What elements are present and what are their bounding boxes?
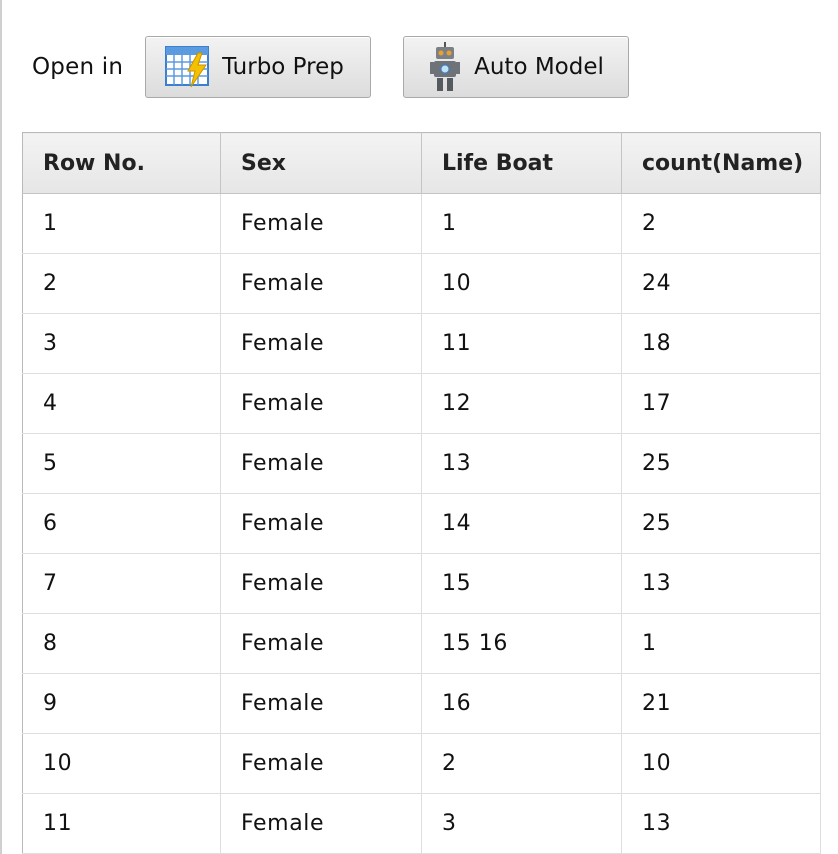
table-row[interactable]: 5 Female 13 25 — [22, 433, 821, 494]
row-no-cell: 11 — [22, 793, 221, 854]
sex-cell: Female — [220, 613, 422, 674]
window-left-border — [0, 0, 2, 854]
count-cell: 2 — [621, 193, 821, 254]
column-header-sex[interactable]: Sex — [220, 132, 422, 194]
row-no-cell: 3 — [22, 313, 221, 374]
life-boat-cell: 15 — [421, 553, 622, 614]
sex-cell: Female — [220, 493, 422, 554]
sex-cell: Female — [220, 313, 422, 374]
column-header-life-boat[interactable]: Life Boat — [421, 132, 622, 194]
table-row[interactable]: 4 Female 12 17 — [22, 373, 821, 434]
life-boat-cell: 14 — [421, 493, 622, 554]
life-boat-cell: 15 16 — [421, 613, 622, 674]
turbo-prep-button[interactable]: Turbo Prep — [145, 36, 372, 98]
life-boat-cell: 2 — [421, 733, 622, 794]
sex-cell: Female — [220, 253, 422, 314]
count-cell: 25 — [621, 433, 821, 494]
sex-cell: Female — [220, 373, 422, 434]
life-boat-cell: 11 — [421, 313, 622, 374]
count-cell: 13 — [621, 553, 821, 614]
count-cell: 25 — [621, 493, 821, 554]
results-table: Row No. Sex Life Boat count(Name) 1 Fema… — [22, 132, 821, 854]
results-table-container: Row No. Sex Life Boat count(Name) 1 Fema… — [22, 132, 821, 854]
table-row[interactable]: 2 Female 10 24 — [22, 253, 821, 314]
sex-cell: Female — [220, 793, 422, 854]
table-header-row: Row No. Sex Life Boat count(Name) — [22, 132, 821, 194]
row-no-cell: 1 — [22, 193, 221, 254]
sex-cell: Female — [220, 553, 422, 614]
table-row[interactable]: 10 Female 2 10 — [22, 733, 821, 794]
count-cell: 18 — [621, 313, 821, 374]
sex-cell: Female — [220, 733, 422, 794]
life-boat-cell: 1 — [421, 193, 622, 254]
life-boat-cell: 10 — [421, 253, 622, 314]
life-boat-cell: 12 — [421, 373, 622, 434]
row-no-cell: 7 — [22, 553, 221, 614]
row-no-cell: 8 — [22, 613, 221, 674]
count-cell: 21 — [621, 673, 821, 734]
life-boat-cell: 3 — [421, 793, 622, 854]
row-no-cell: 9 — [22, 673, 221, 734]
column-header-row-no[interactable]: Row No. — [22, 132, 221, 194]
count-cell: 17 — [621, 373, 821, 434]
table-row[interactable]: 6 Female 14 25 — [22, 493, 821, 554]
life-boat-cell: 13 — [421, 433, 622, 494]
table-row[interactable]: 9 Female 16 21 — [22, 673, 821, 734]
row-no-cell: 4 — [22, 373, 221, 434]
open-in-label: Open in — [32, 54, 124, 80]
row-no-cell: 2 — [22, 253, 221, 314]
table-row[interactable]: 1 Female 1 2 — [22, 193, 821, 254]
count-cell: 24 — [621, 253, 821, 314]
life-boat-cell: 16 — [421, 673, 622, 734]
row-no-cell: 10 — [22, 733, 221, 794]
row-no-cell: 6 — [22, 493, 221, 554]
table-row[interactable]: 11 Female 3 13 — [22, 793, 821, 854]
count-cell: 13 — [621, 793, 821, 854]
count-cell: 10 — [621, 733, 821, 794]
auto-model-button[interactable]: Auto Model — [403, 36, 630, 98]
sex-cell: Female — [220, 193, 422, 254]
table-row[interactable]: 8 Female 15 16 1 — [22, 613, 821, 674]
sex-cell: Female — [220, 673, 422, 734]
table-row[interactable]: 3 Female 11 18 — [22, 313, 821, 374]
table-row[interactable]: 7 Female 15 13 — [22, 553, 821, 614]
row-no-cell: 5 — [22, 433, 221, 494]
turbo-prep-label: Turbo Prep — [222, 54, 344, 80]
robot-icon — [430, 41, 461, 93]
count-cell: 1 — [621, 613, 821, 674]
open-in-toolbar: Open in Turbo Prep Auto Model — [32, 34, 630, 100]
grid-lightning-icon — [164, 45, 212, 89]
auto-model-label: Auto Model — [474, 54, 604, 80]
sex-cell: Female — [220, 433, 422, 494]
column-header-count-name[interactable]: count(Name) — [621, 132, 821, 194]
